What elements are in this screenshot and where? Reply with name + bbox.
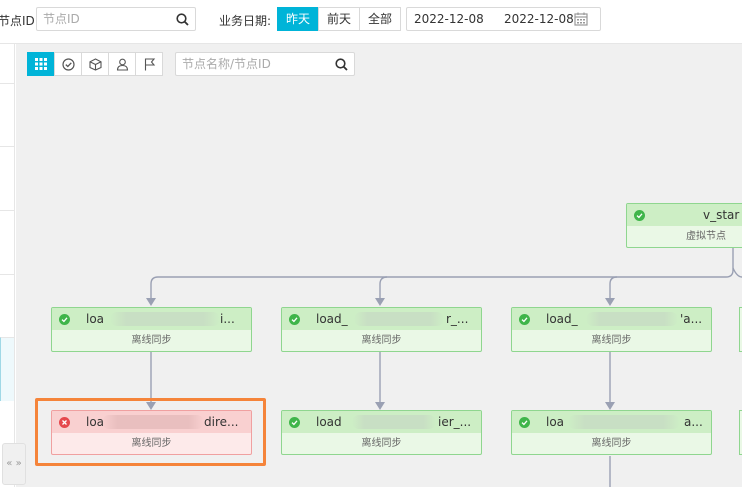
success-icon	[289, 313, 300, 325]
dag-node[interactable]: loa a... 离线同步	[511, 410, 712, 455]
success-icon	[634, 209, 645, 221]
owner-filter-button[interactable]	[108, 52, 136, 76]
grid-icon	[35, 58, 47, 70]
redacted-text	[352, 415, 436, 429]
node-name: loa	[86, 312, 105, 326]
grid-view-button[interactable]	[27, 52, 55, 76]
dag-node[interactable]: load_ r_... 离线同步	[281, 307, 482, 352]
success-icon	[519, 416, 530, 428]
node-name: v_star	[703, 208, 740, 222]
node-type: 离线同步	[131, 335, 172, 346]
node-type: 离线同步	[361, 438, 402, 449]
failed-node-highlight	[35, 398, 266, 466]
success-icon	[519, 313, 530, 325]
node-type: 离线同步	[591, 438, 632, 449]
redacted-text	[354, 312, 444, 326]
node-name-input[interactable]	[176, 53, 328, 75]
node-name-tail: ier_...	[438, 415, 472, 429]
dag-node[interactable]: loa i... 离线同步	[51, 307, 252, 352]
node-name: load_	[546, 312, 578, 326]
node-name-tail: i...	[220, 312, 235, 326]
dag-node[interactable]: load ier_... 离线同步	[281, 410, 482, 455]
node-name: load	[316, 415, 342, 429]
dag-node-virtual-start[interactable]: v_star 虚拟节点	[626, 203, 742, 248]
check-circle-icon	[61, 57, 75, 71]
node-name: load_	[316, 312, 348, 326]
node-type: 虚拟节点	[686, 231, 726, 242]
flag-icon	[144, 57, 155, 70]
node-name-tail: a...	[684, 415, 703, 429]
success-icon	[289, 416, 300, 428]
collapse-panel-button[interactable]: « »	[2, 443, 26, 485]
node-type: 离线同步	[361, 335, 402, 346]
redacted-text	[110, 312, 220, 326]
node-name: loa	[546, 415, 565, 429]
node-type: 离线同步	[591, 335, 632, 346]
cube-icon	[88, 57, 102, 71]
user-icon	[116, 58, 128, 71]
dag-node[interactable]: load_ 'a... 离线同步	[511, 307, 712, 352]
node-name-tail: 'a...	[680, 312, 703, 326]
success-icon	[59, 313, 70, 325]
node-name-search[interactable]	[175, 52, 355, 76]
status-filter-button[interactable]	[54, 52, 82, 76]
node-type-button[interactable]	[81, 52, 109, 76]
redacted-text	[586, 312, 678, 326]
redacted-text	[568, 415, 680, 429]
search-icon[interactable]	[335, 58, 348, 71]
flag-filter-button[interactable]	[135, 52, 163, 76]
graph-toolbar	[27, 52, 163, 76]
node-name-tail: r_...	[446, 312, 469, 326]
